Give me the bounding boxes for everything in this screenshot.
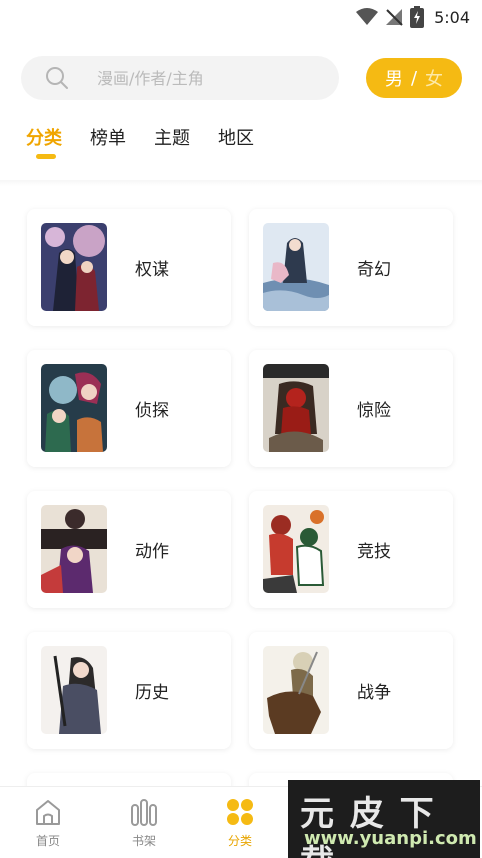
tab-active-indicator — [36, 154, 56, 159]
page: 5:04 男 / 女 分类 榜单 主题 地区 — [0, 0, 482, 858]
category-card-quanmou[interactable]: 权谋 — [27, 209, 231, 326]
category-label: 权谋 — [135, 260, 169, 280]
tab-bar: 分类 榜单 主题 地区 — [26, 124, 254, 159]
no-signal-icon — [386, 9, 403, 26]
nav-bookshelf[interactable]: 书架 — [114, 797, 174, 849]
watermark-url: www.yuanpi.com — [304, 828, 477, 849]
category-card-qihuan[interactable]: 奇幻 — [249, 209, 453, 326]
search-input[interactable] — [97, 56, 327, 100]
tab-label: 主题 — [154, 128, 190, 149]
gender-female[interactable]: 女 — [425, 65, 443, 91]
status-icons: 5:04 — [356, 6, 470, 28]
category-cover — [41, 223, 107, 311]
category-cover — [41, 364, 107, 452]
gender-separator: / — [410, 67, 418, 89]
category-label: 竞技 — [357, 542, 391, 562]
watermark: 元 皮 下 载 www.yuanpi.com — [288, 780, 480, 858]
category-cover — [263, 505, 329, 593]
category-card-zhanzheng[interactable]: 战争 — [249, 632, 453, 749]
nav-home[interactable]: 首页 — [18, 797, 78, 849]
category-cover — [263, 223, 329, 311]
home-icon — [36, 800, 60, 825]
category-cover — [263, 364, 329, 452]
nav-label: 首页 — [35, 834, 60, 848]
nav-category[interactable]: 分类 — [210, 797, 270, 849]
battery-charging-icon — [410, 6, 425, 28]
tab-label: 分类 — [26, 128, 62, 149]
category-cover — [41, 646, 107, 734]
nav-label: 书架 — [131, 834, 156, 848]
wifi-icon — [356, 8, 379, 25]
tab-theme[interactable]: 主题 — [154, 124, 190, 150]
category-cover — [263, 646, 329, 734]
status-bar: 5:04 — [0, 0, 482, 34]
category-card-lishi[interactable]: 历史 — [27, 632, 231, 749]
search-bar[interactable] — [21, 56, 339, 100]
search-icon[interactable] — [45, 66, 69, 90]
category-label: 历史 — [135, 683, 169, 703]
tab-label: 地区 — [218, 128, 254, 149]
divider — [0, 180, 482, 186]
bookshelf-icon — [131, 799, 157, 826]
status-time: 5:04 — [434, 7, 470, 27]
gender-male[interactable]: 男 — [385, 65, 403, 91]
category-cover — [41, 505, 107, 593]
tab-ranking[interactable]: 榜单 — [90, 124, 126, 150]
category-label: 动作 — [135, 542, 169, 562]
category-icon — [227, 799, 253, 825]
category-card-zhentan[interactable]: 侦探 — [27, 350, 231, 467]
tab-category[interactable]: 分类 — [26, 124, 62, 159]
category-card-jingji[interactable]: 竞技 — [249, 491, 453, 608]
tab-label: 榜单 — [90, 128, 126, 149]
category-label: 奇幻 — [357, 260, 391, 280]
nav-label: 分类 — [227, 834, 252, 848]
category-label: 惊险 — [357, 401, 391, 421]
category-label: 侦探 — [135, 401, 169, 421]
category-label: 战争 — [357, 683, 391, 703]
tab-region[interactable]: 地区 — [218, 124, 254, 150]
category-card-dongzuo[interactable]: 动作 — [27, 491, 231, 608]
gender-toggle[interactable]: 男 / 女 — [366, 58, 462, 98]
category-card-jingxian[interactable]: 惊险 — [249, 350, 453, 467]
